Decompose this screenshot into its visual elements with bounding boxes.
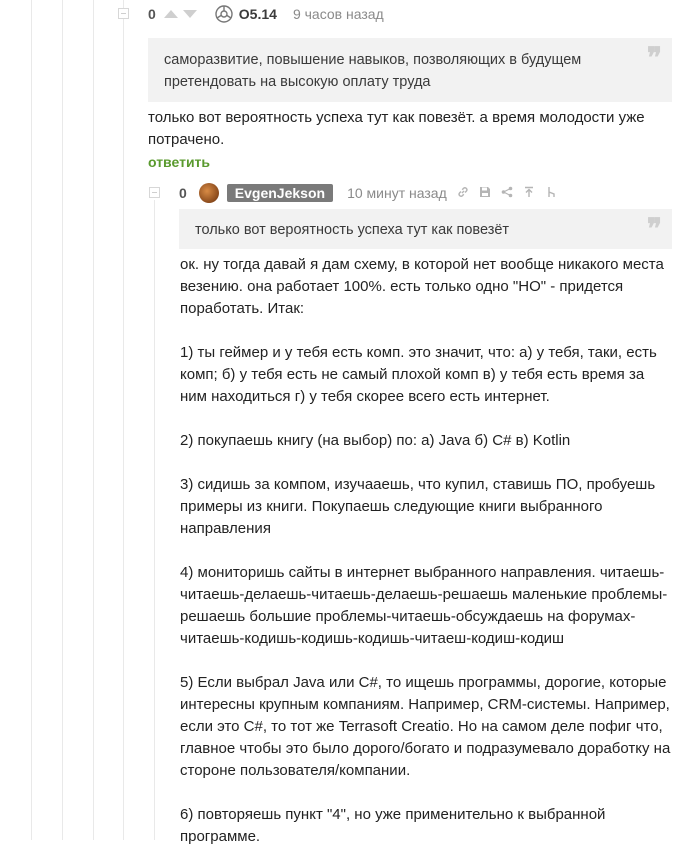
avatar[interactable] — [198, 183, 219, 203]
quote-text: саморазвитие, повышение навыков, позволя… — [164, 52, 582, 90]
thread-line — [123, 0, 124, 840]
comment-quote: только вот вероятность успеха тут как по… — [179, 209, 672, 249]
comment-time[interactable]: 10 минут назад — [347, 185, 447, 201]
thread-line — [154, 200, 155, 840]
thread-line — [62, 0, 63, 840]
link-icon[interactable] — [457, 185, 469, 201]
comment-quote: саморазвитие, повышение навыков, позволя… — [148, 38, 672, 102]
thread-line — [31, 0, 32, 840]
comment-text: ок. ну тогда давай я дам схему, в которо… — [180, 254, 672, 848]
comment-paragraph: ок. ну тогда давай я дам схему, в которо… — [180, 256, 664, 317]
share-icon[interactable] — [501, 185, 513, 201]
comment-paragraph: 2) покупаешь книгу (на выбор) по: а) Jav… — [180, 432, 571, 449]
quote-icon: ❞ — [646, 41, 662, 74]
vote-down-icon[interactable] — [182, 10, 197, 18]
comment-paragraph: 3) сидишь за компом, изучааешь, что купи… — [180, 476, 656, 537]
comment-paragraph: 6) повторяешь пункт "4", но уже применит… — [180, 806, 606, 845]
author-nickname[interactable]: EvgenJekson — [226, 184, 334, 202]
avatar[interactable] — [215, 5, 233, 23]
thread-line — [93, 0, 94, 840]
comment-header: 0 EvgenJekson 10 минут назад — [179, 183, 557, 203]
comment-time[interactable]: 9 часов назад — [293, 6, 384, 22]
collapse-button[interactable] — [118, 8, 129, 19]
comment-paragraph: 5) Если выбрал Java или C#, то ищешь про… — [180, 674, 671, 779]
collapse-button[interactable] — [149, 187, 160, 198]
comment-rating: 0 — [179, 185, 187, 201]
go-to-parent-icon[interactable] — [523, 185, 535, 201]
reply-button[interactable]: ответить — [148, 154, 210, 170]
vote-up-icon[interactable] — [163, 10, 178, 18]
comment-text: только вот вероятность успеха тут как по… — [148, 109, 649, 148]
branch-icon[interactable] — [545, 185, 557, 201]
quote-text: только вот вероятность успеха тут как по… — [195, 222, 510, 238]
quote-icon: ❞ — [646, 212, 662, 245]
save-icon[interactable] — [479, 185, 491, 201]
author-nickname[interactable]: O5.14 — [239, 6, 277, 22]
comment-header: 0 O5.14 9 часов назад — [148, 5, 384, 23]
comment-paragraph: 1) ты геймер и у тебя есть комп. это зна… — [180, 344, 657, 405]
comment-rating: 0 — [148, 6, 156, 22]
comment-paragraph: 4) мониторишь сайты в интернет выбранног… — [180, 564, 668, 647]
